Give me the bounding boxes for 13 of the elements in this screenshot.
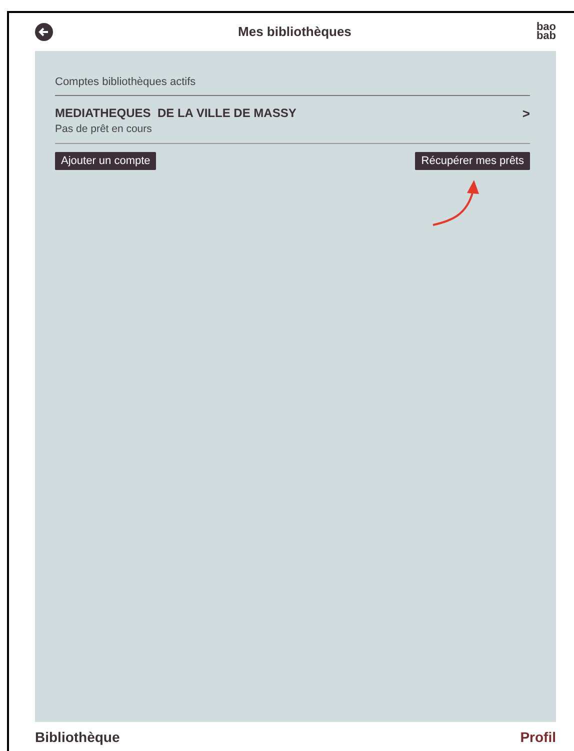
bottom-tab[interactable]: Profil <box>520 726 556 748</box>
arrow-annotation <box>431 179 481 227</box>
account-name: MEDIATHEQUES DE LA VILLE DE MASSY <box>55 104 296 122</box>
bottom-tab[interactable]: Bibliothèque <box>35 726 120 748</box>
account-row[interactable]: MEDIATHEQUES DE LA VILLE DE MASSY Pas de prêt en cours > <box>55 96 530 144</box>
page-title: Mes bibliothèques <box>238 23 352 42</box>
section-heading: Comptes bibliothèques actifs <box>55 74 530 96</box>
action-button[interactable]: Récupérer mes prêts <box>415 152 530 170</box>
chevron-icon: > <box>522 104 530 123</box>
logo: bao bab <box>536 22 556 42</box>
back-icon[interactable] <box>35 23 53 41</box>
account-status: Pas de prêt en cours <box>55 122 153 136</box>
action-button[interactable]: Ajouter un compte <box>55 152 156 170</box>
